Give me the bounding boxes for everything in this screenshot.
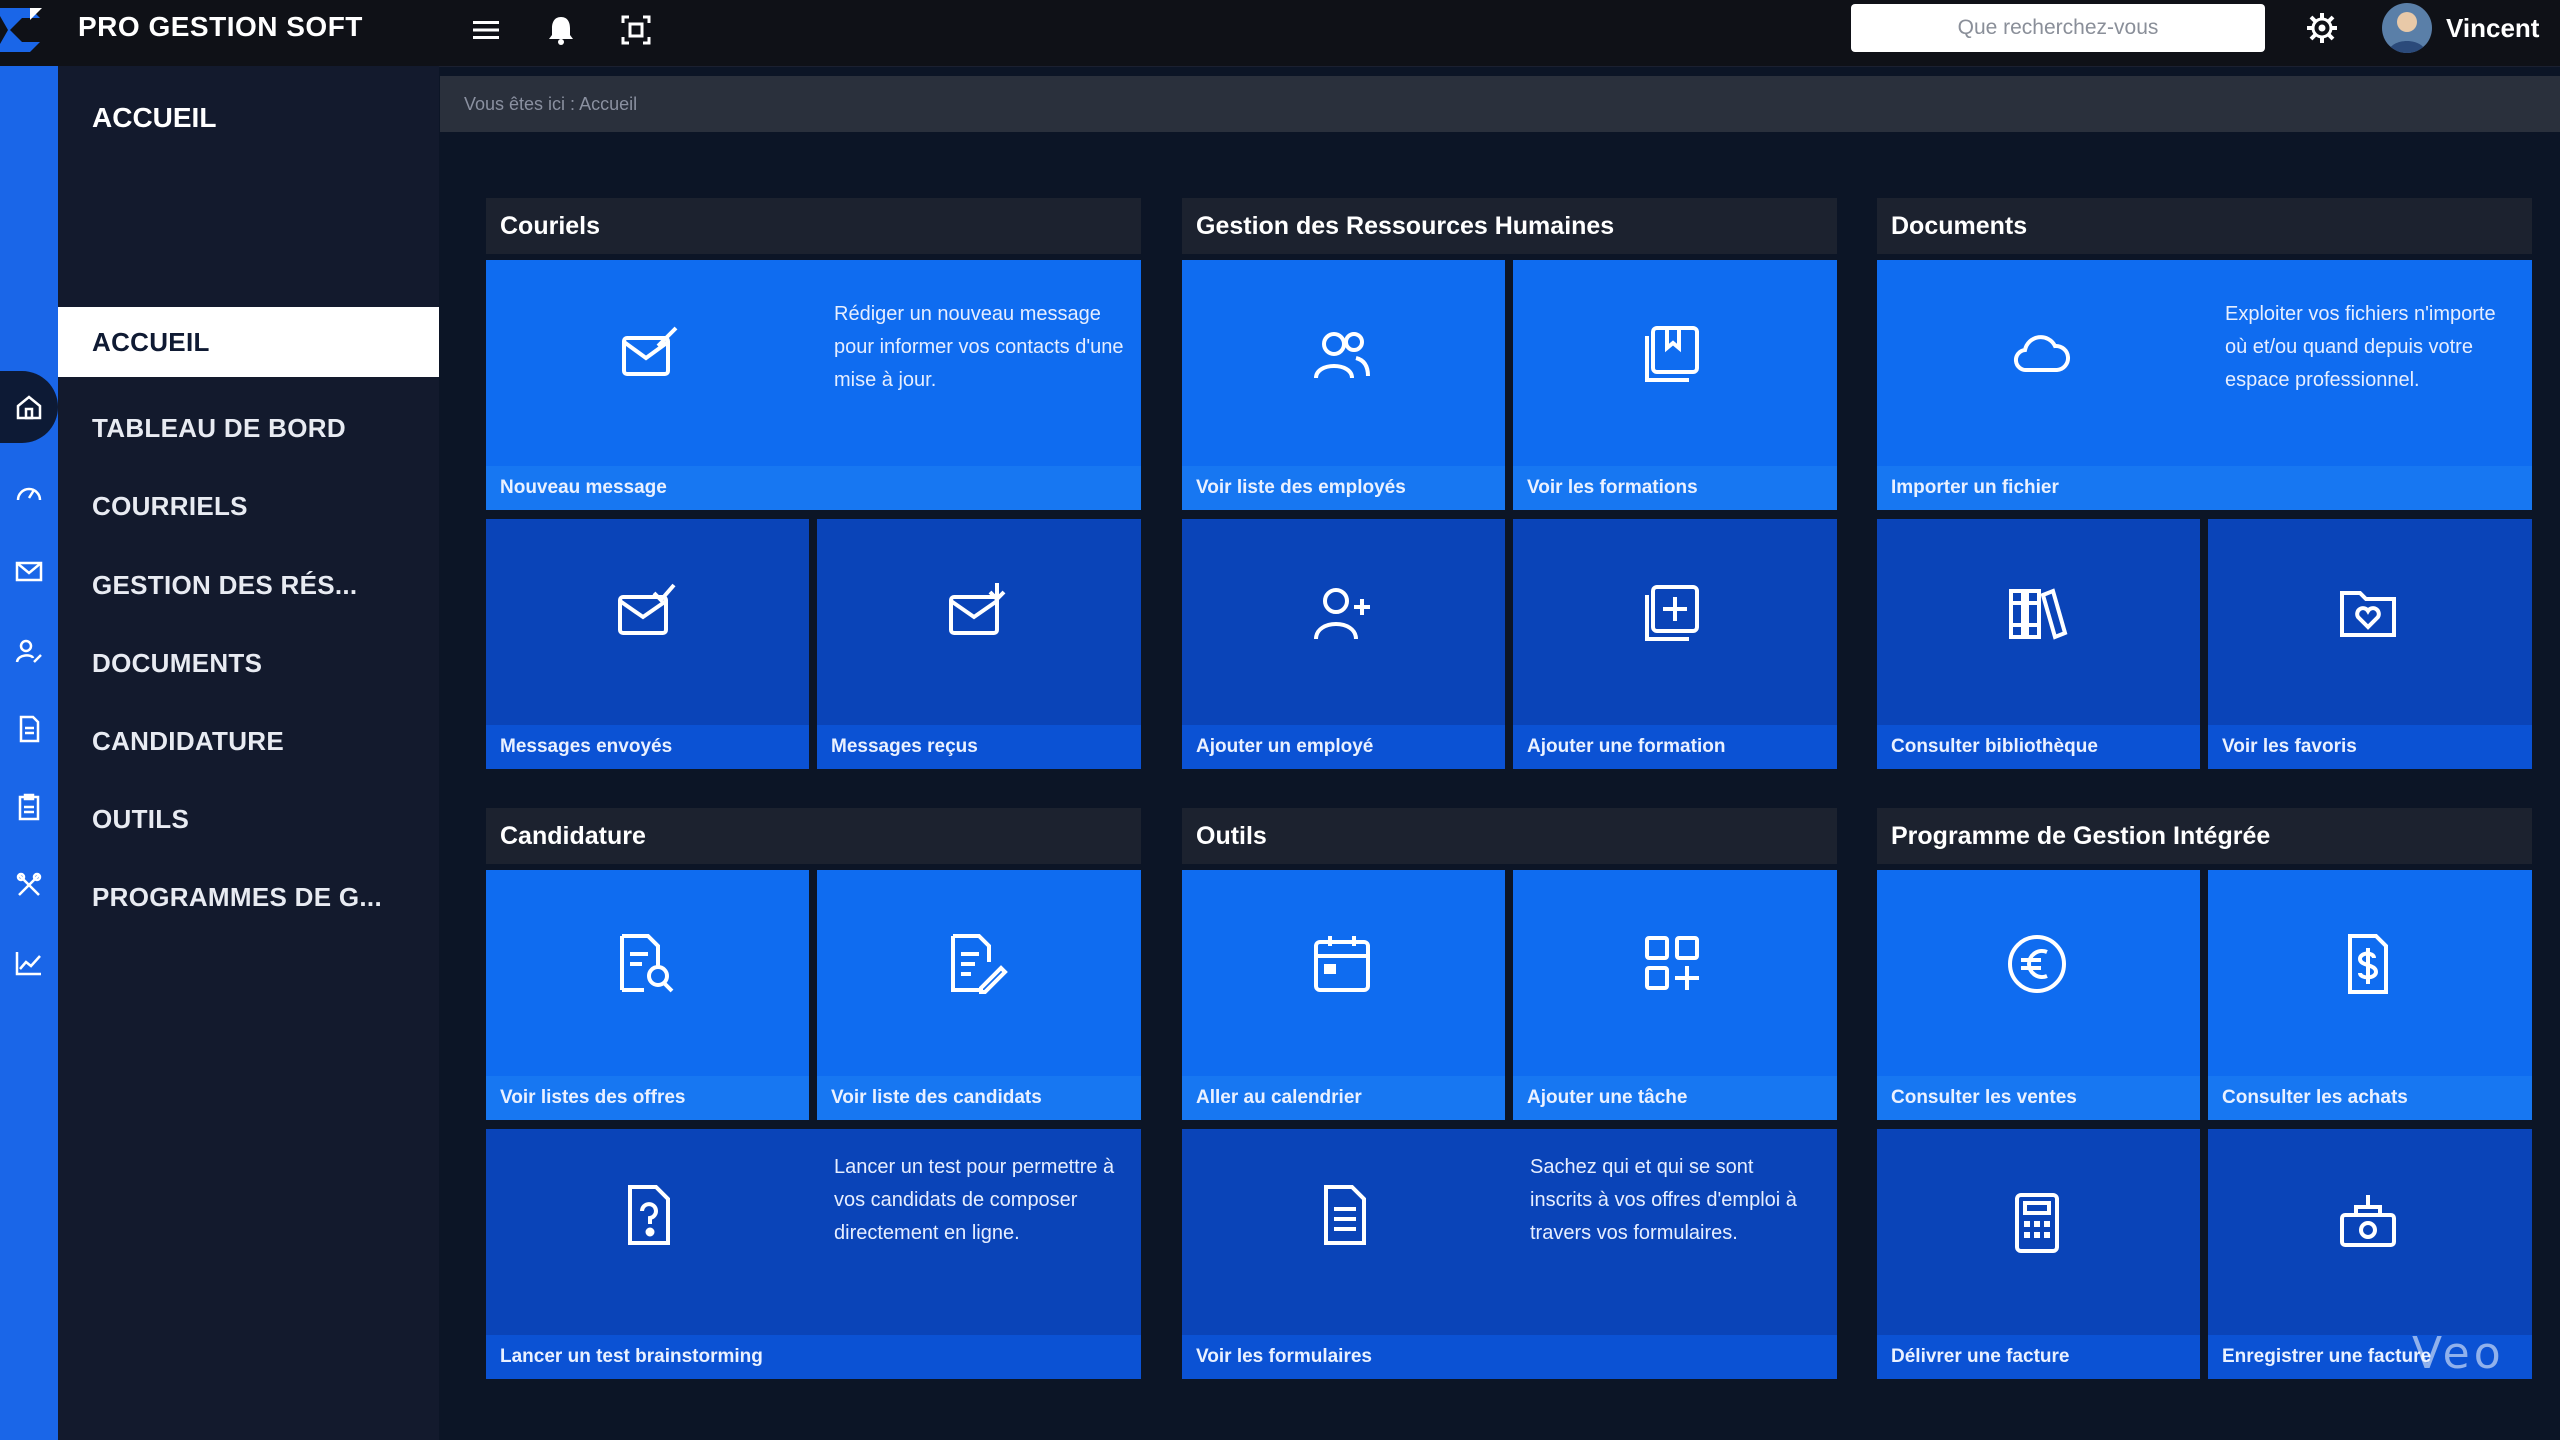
book-icon (1641, 322, 1705, 386)
app-logo-icon[interactable] (0, 4, 50, 54)
tile-label: Consulter les achats (2208, 1076, 2532, 1120)
dashboard-icon[interactable] (14, 478, 44, 508)
users-icon (1310, 322, 1374, 386)
document-icon[interactable] (14, 714, 44, 744)
clipboard-icon[interactable] (14, 792, 44, 822)
tile-label: Consulter les ventes (1877, 1076, 2200, 1120)
tile-label: Voir liste des candidats (817, 1076, 1141, 1120)
tools-icon[interactable] (14, 870, 44, 900)
user-plus-icon (1310, 581, 1374, 645)
tile-description: Exploiter vos fichiers n'importe où et/o… (2225, 303, 2496, 391)
library-icon (2005, 581, 2069, 645)
tile-delivrer-facture[interactable]: Délivrer une facture (1877, 1129, 2200, 1379)
bell-icon[interactable] (543, 12, 579, 48)
screen-capture-icon[interactable] (618, 12, 654, 48)
section-title-candidature: Candidature (486, 808, 1141, 864)
tile-messages-envoyes[interactable]: Messages envoyés (486, 519, 809, 769)
doc-search-icon (614, 932, 678, 996)
breadcrumb: Vous êtes ici : Accueil (440, 76, 2560, 132)
gear-icon[interactable] (2304, 10, 2340, 46)
doc-question-icon (618, 1183, 682, 1247)
tile-label: Voir les favoris (2208, 725, 2532, 769)
user-name[interactable]: Vincent (2446, 13, 2539, 44)
mail-edit-icon (618, 322, 682, 386)
tile-nouveau-message[interactable]: Rédiger un nouveau message pour informer… (486, 260, 1141, 510)
tile-consulter-ventes[interactable]: Consulter les ventes (1877, 870, 2200, 1120)
form-icon (1314, 1183, 1378, 1247)
section-title-documents: Documents (1877, 198, 2532, 254)
tile-calendrier[interactable]: Aller au calendrier (1182, 870, 1505, 1120)
cloud-icon (2009, 322, 2073, 386)
cash-register-icon (2336, 1191, 2400, 1255)
chart-line-icon[interactable] (14, 948, 44, 978)
sidebar-item-accueil[interactable]: ACCUEIL (58, 307, 439, 377)
tile-label: Messages reçus (817, 725, 1141, 769)
tile-test-brainstorming[interactable]: Lancer un test pour permettre à vos cand… (486, 1129, 1141, 1379)
tile-label: Délivrer une facture (1877, 1335, 2200, 1379)
tile-label: Voir les formulaires (1182, 1335, 1837, 1379)
watermark: Veo (2412, 1328, 2505, 1379)
mail-icon[interactable] (14, 556, 44, 586)
tile-description: Lancer un test pour permettre à vos cand… (834, 1156, 1115, 1244)
tile-importer-fichier[interactable]: Exploiter vos fichiers n'importe où et/o… (1877, 260, 2532, 510)
tile-label: Voir liste des employés (1182, 466, 1505, 510)
sidebar-item-programmes[interactable]: PROGRAMMES DE G... (58, 862, 439, 932)
calendar-icon (1310, 932, 1374, 996)
tile-label: Voir les formations (1513, 466, 1837, 510)
tile-ajouter-tache[interactable]: Ajouter une tâche (1513, 870, 1837, 1120)
tile-voir-favoris[interactable]: Voir les favoris (2208, 519, 2532, 769)
sidebar-item-courriels[interactable]: COURRIELS (58, 471, 439, 541)
tile-ajouter-formation[interactable]: Ajouter une formation (1513, 519, 1837, 769)
app-title: PRO GESTION SOFT (78, 11, 363, 42)
avatar[interactable] (2382, 3, 2432, 53)
tile-label: Ajouter un employé (1182, 725, 1505, 769)
calculator-icon (2005, 1191, 2069, 1255)
tile-label: Aller au calendrier (1182, 1076, 1505, 1120)
tile-description: Rédiger un nouveau message pour informer… (834, 303, 1124, 391)
tile-ajouter-employe[interactable]: Ajouter un employé (1182, 519, 1505, 769)
sidebar: ACCUEIL ACCUEIL TABLEAU DE BORD COURRIEL… (58, 66, 439, 1440)
section-title-pgi: Programme de Gestion Intégrée (1877, 808, 2532, 864)
tile-label: Nouveau message (486, 466, 1141, 510)
section-title-outils: Outils (1182, 808, 1837, 864)
sidebar-item-gestion-des-ressources[interactable]: GESTION DES RÉS... (58, 550, 439, 620)
tile-voir-formulaires[interactable]: Sachez qui et qui se sont inscrits à vos… (1182, 1129, 1837, 1379)
tile-voir-candidats[interactable]: Voir liste des candidats (817, 870, 1141, 1120)
menu-icon[interactable] (468, 12, 504, 48)
add-copy-icon (1641, 581, 1705, 645)
sidebar-item-tableau-de-bord[interactable]: TABLEAU DE BORD (58, 393, 439, 463)
home-icon[interactable] (14, 392, 44, 422)
tile-voir-employes[interactable]: Voir liste des employés (1182, 260, 1505, 510)
tile-label: Importer un fichier (1877, 466, 2532, 510)
tile-messages-recus[interactable]: Messages reçus (817, 519, 1141, 769)
mail-check-icon (614, 581, 678, 645)
euro-icon (2005, 932, 2069, 996)
tile-consulter-bibliotheque[interactable]: Consulter bibliothèque (1877, 519, 2200, 769)
user-edit-icon[interactable] (14, 636, 44, 666)
section-title-rh: Gestion des Ressources Humaines (1182, 198, 1837, 254)
icon-rail (0, 66, 58, 1440)
tile-voir-offres[interactable]: Voir listes des offres (486, 870, 809, 1120)
tile-description: Sachez qui et qui se sont inscrits à vos… (1530, 1156, 1797, 1244)
invoice-dollar-icon (2336, 932, 2400, 996)
sidebar-item-candidature[interactable]: CANDIDATURE (58, 706, 439, 776)
tile-label: Lancer un test brainstorming (486, 1335, 1141, 1379)
tile-label: Voir listes des offres (486, 1076, 809, 1120)
search-input[interactable]: Que recherchez-vous (1851, 4, 2265, 52)
tile-voir-formations[interactable]: Voir les formations (1513, 260, 1837, 510)
doc-edit-icon (945, 932, 1009, 996)
sidebar-item-documents[interactable]: DOCUMENTS (58, 628, 439, 698)
tile-label: Consulter bibliothèque (1877, 725, 2200, 769)
tile-label: Ajouter une formation (1513, 725, 1837, 769)
section-title-courriels: Couriels (486, 198, 1141, 254)
mail-download-icon (945, 581, 1009, 645)
folder-heart-icon (2336, 581, 2400, 645)
top-bar: PRO GESTION SOFT Que recherchez-vous Vin… (0, 0, 2560, 67)
sidebar-item-outils[interactable]: OUTILS (58, 784, 439, 854)
sidebar-title: ACCUEIL (92, 102, 217, 133)
grid-plus-icon (1641, 932, 1705, 996)
tile-label: Ajouter une tâche (1513, 1076, 1837, 1120)
tile-label: Messages envoyés (486, 725, 809, 769)
tile-consulter-achats[interactable]: Consulter les achats (2208, 870, 2532, 1120)
